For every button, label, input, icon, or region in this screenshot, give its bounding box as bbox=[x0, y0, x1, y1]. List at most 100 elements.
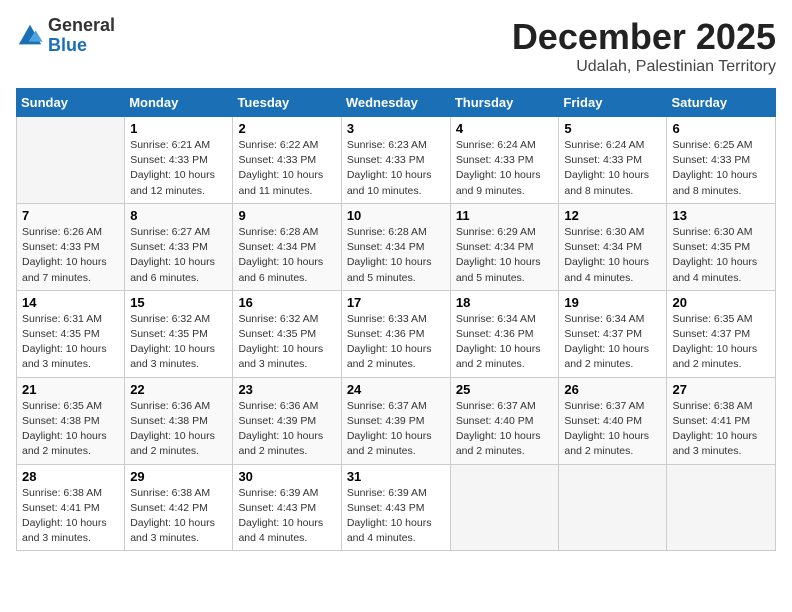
day-number: 23 bbox=[238, 382, 335, 397]
day-number: 10 bbox=[347, 208, 445, 223]
day-info: Sunrise: 6:34 AMSunset: 4:37 PMDaylight:… bbox=[564, 312, 661, 373]
day-number: 20 bbox=[672, 295, 770, 310]
day-number: 8 bbox=[130, 208, 227, 223]
calendar-cell: 27Sunrise: 6:38 AMSunset: 4:41 PMDayligh… bbox=[667, 377, 776, 464]
day-info: Sunrise: 6:25 AMSunset: 4:33 PMDaylight:… bbox=[672, 138, 770, 199]
calendar-cell bbox=[559, 464, 667, 551]
day-info: Sunrise: 6:32 AMSunset: 4:35 PMDaylight:… bbox=[130, 312, 227, 373]
day-number: 7 bbox=[22, 208, 119, 223]
day-number: 21 bbox=[22, 382, 119, 397]
header-monday: Monday bbox=[125, 89, 233, 117]
day-info: Sunrise: 6:32 AMSunset: 4:35 PMDaylight:… bbox=[238, 312, 335, 373]
day-number: 3 bbox=[347, 121, 445, 136]
calendar-cell: 14 Sunrise: 6:31 AMSunset: 4:35 PMDayligh… bbox=[17, 290, 125, 377]
calendar-cell: 19 Sunrise: 6:34 AMSunset: 4:37 PMDayligh… bbox=[559, 290, 667, 377]
day-info: Sunrise: 6:33 AMSunset: 4:36 PMDaylight:… bbox=[347, 312, 445, 373]
day-number: 26 bbox=[564, 382, 661, 397]
day-number: 12 bbox=[564, 208, 661, 223]
calendar-cell: 8 Sunrise: 6:27 AMSunset: 4:33 PMDaylight… bbox=[125, 203, 233, 290]
calendar-cell: 21 Sunrise: 6:35 AMSunset: 4:38 PMDayligh… bbox=[17, 377, 125, 464]
calendar-cell bbox=[667, 464, 776, 551]
day-info: Sunrise: 6:37 AMSunset: 4:40 PMDaylight:… bbox=[564, 399, 661, 460]
calendar-week-row: 7 Sunrise: 6:26 AMSunset: 4:33 PMDaylight… bbox=[17, 203, 776, 290]
day-number: 28 bbox=[22, 469, 119, 484]
calendar-cell: 15 Sunrise: 6:32 AMSunset: 4:35 PMDayligh… bbox=[125, 290, 233, 377]
day-info: Sunrise: 6:38 AMSunset: 4:41 PMDaylight:… bbox=[22, 486, 119, 547]
header-tuesday: Tuesday bbox=[233, 89, 341, 117]
day-number: 1 bbox=[130, 121, 227, 136]
calendar-cell: 30Sunrise: 6:39 AMSunset: 4:43 PMDayligh… bbox=[233, 464, 341, 551]
day-info: Sunrise: 6:28 AMSunset: 4:34 PMDaylight:… bbox=[238, 225, 335, 286]
calendar-cell: 6 Sunrise: 6:25 AMSunset: 4:33 PMDaylight… bbox=[667, 117, 776, 204]
header-wednesday: Wednesday bbox=[341, 89, 450, 117]
day-info: Sunrise: 6:37 AMSunset: 4:39 PMDaylight:… bbox=[347, 399, 445, 460]
day-number: 11 bbox=[456, 208, 554, 223]
day-info: Sunrise: 6:37 AMSunset: 4:40 PMDaylight:… bbox=[456, 399, 554, 460]
day-info: Sunrise: 6:22 AMSunset: 4:33 PMDaylight:… bbox=[238, 138, 335, 199]
calendar-cell: 11 Sunrise: 6:29 AMSunset: 4:34 PMDayligh… bbox=[450, 203, 559, 290]
location-subtitle: Udalah, Palestinian Territory bbox=[512, 58, 776, 76]
day-number: 31 bbox=[347, 469, 445, 484]
header-thursday: Thursday bbox=[450, 89, 559, 117]
header-saturday: Saturday bbox=[667, 89, 776, 117]
calendar-cell: 29 Sunrise: 6:38 AMSunset: 4:42 PMDayligh… bbox=[125, 464, 233, 551]
calendar-cell: 17 Sunrise: 6:33 AMSunset: 4:36 PMDayligh… bbox=[341, 290, 450, 377]
day-info: Sunrise: 6:29 AMSunset: 4:34 PMDaylight:… bbox=[456, 225, 554, 286]
day-info: Sunrise: 6:34 AMSunset: 4:36 PMDaylight:… bbox=[456, 312, 554, 373]
header-sunday: Sunday bbox=[17, 89, 125, 117]
calendar-table: SundayMondayTuesdayWednesdayThursdayFrid… bbox=[16, 88, 776, 551]
calendar-cell: 1 Sunrise: 6:21 AMSunset: 4:33 PMDaylight… bbox=[125, 117, 233, 204]
calendar-cell: 24Sunrise: 6:37 AMSunset: 4:39 PMDayligh… bbox=[341, 377, 450, 464]
month-title: December 2025 bbox=[512, 16, 776, 58]
day-info: Sunrise: 6:26 AMSunset: 4:33 PMDaylight:… bbox=[22, 225, 119, 286]
day-info: Sunrise: 6:36 AMSunset: 4:39 PMDaylight:… bbox=[238, 399, 335, 460]
day-info: Sunrise: 6:35 AMSunset: 4:38 PMDaylight:… bbox=[22, 399, 119, 460]
calendar-cell: 31Sunrise: 6:39 AMSunset: 4:43 PMDayligh… bbox=[341, 464, 450, 551]
day-info: Sunrise: 6:27 AMSunset: 4:33 PMDaylight:… bbox=[130, 225, 227, 286]
day-number: 4 bbox=[456, 121, 554, 136]
calendar-cell: 28 Sunrise: 6:38 AMSunset: 4:41 PMDayligh… bbox=[17, 464, 125, 551]
day-info: Sunrise: 6:38 AMSunset: 4:41 PMDaylight:… bbox=[672, 399, 770, 460]
day-number: 17 bbox=[347, 295, 445, 310]
calendar-week-row: 1 Sunrise: 6:21 AMSunset: 4:33 PMDaylight… bbox=[17, 117, 776, 204]
day-number: 14 bbox=[22, 295, 119, 310]
day-number: 13 bbox=[672, 208, 770, 223]
day-info: Sunrise: 6:21 AMSunset: 4:33 PMDaylight:… bbox=[130, 138, 227, 199]
day-info: Sunrise: 6:28 AMSunset: 4:34 PMDaylight:… bbox=[347, 225, 445, 286]
page-header: General Blue December 2025 Udalah, Pales… bbox=[16, 16, 776, 76]
day-info: Sunrise: 6:36 AMSunset: 4:38 PMDaylight:… bbox=[130, 399, 227, 460]
day-info: Sunrise: 6:31 AMSunset: 4:35 PMDaylight:… bbox=[22, 312, 119, 373]
calendar-cell: 2 Sunrise: 6:22 AMSunset: 4:33 PMDaylight… bbox=[233, 117, 341, 204]
day-number: 22 bbox=[130, 382, 227, 397]
day-info: Sunrise: 6:23 AMSunset: 4:33 PMDaylight:… bbox=[347, 138, 445, 199]
calendar-week-row: 21 Sunrise: 6:35 AMSunset: 4:38 PMDayligh… bbox=[17, 377, 776, 464]
day-info: Sunrise: 6:38 AMSunset: 4:42 PMDaylight:… bbox=[130, 486, 227, 547]
calendar-week-row: 14 Sunrise: 6:31 AMSunset: 4:35 PMDayligh… bbox=[17, 290, 776, 377]
day-number: 25 bbox=[456, 382, 554, 397]
day-number: 6 bbox=[672, 121, 770, 136]
day-info: Sunrise: 6:24 AMSunset: 4:33 PMDaylight:… bbox=[456, 138, 554, 199]
calendar-cell bbox=[450, 464, 559, 551]
calendar-cell: 3 Sunrise: 6:23 AMSunset: 4:33 PMDaylight… bbox=[341, 117, 450, 204]
calendar-cell: 26 Sunrise: 6:37 AMSunset: 4:40 PMDayligh… bbox=[559, 377, 667, 464]
day-number: 5 bbox=[564, 121, 661, 136]
calendar-header-row: SundayMondayTuesdayWednesdayThursdayFrid… bbox=[17, 89, 776, 117]
calendar-cell: 5 Sunrise: 6:24 AMSunset: 4:33 PMDaylight… bbox=[559, 117, 667, 204]
header-friday: Friday bbox=[559, 89, 667, 117]
calendar-cell: 16Sunrise: 6:32 AMSunset: 4:35 PMDayligh… bbox=[233, 290, 341, 377]
logo: General Blue bbox=[16, 16, 115, 56]
day-info: Sunrise: 6:30 AMSunset: 4:34 PMDaylight:… bbox=[564, 225, 661, 286]
calendar-cell: 20Sunrise: 6:35 AMSunset: 4:37 PMDayligh… bbox=[667, 290, 776, 377]
calendar-week-row: 28 Sunrise: 6:38 AMSunset: 4:41 PMDayligh… bbox=[17, 464, 776, 551]
calendar-cell: 7 Sunrise: 6:26 AMSunset: 4:33 PMDaylight… bbox=[17, 203, 125, 290]
calendar-cell: 18Sunrise: 6:34 AMSunset: 4:36 PMDayligh… bbox=[450, 290, 559, 377]
day-info: Sunrise: 6:24 AMSunset: 4:33 PMDaylight:… bbox=[564, 138, 661, 199]
day-number: 2 bbox=[238, 121, 335, 136]
calendar-cell: 13Sunrise: 6:30 AMSunset: 4:35 PMDayligh… bbox=[667, 203, 776, 290]
logo-icon bbox=[16, 22, 44, 50]
calendar-cell bbox=[17, 117, 125, 204]
day-number: 29 bbox=[130, 469, 227, 484]
day-number: 9 bbox=[238, 208, 335, 223]
day-number: 19 bbox=[564, 295, 661, 310]
day-number: 15 bbox=[130, 295, 227, 310]
